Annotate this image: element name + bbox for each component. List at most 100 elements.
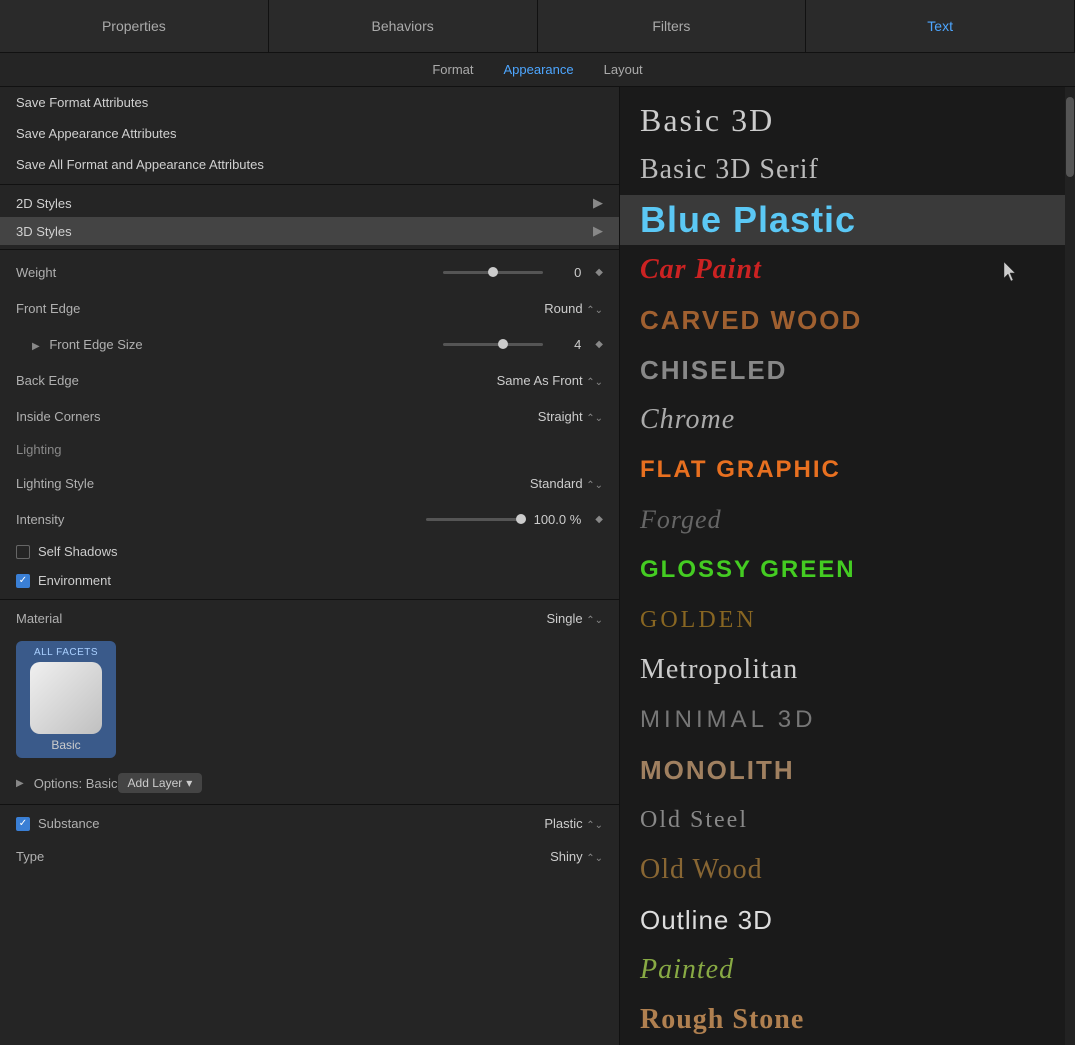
style-item-oldsteel[interactable]: Old Steel xyxy=(620,795,1075,845)
tab-format[interactable]: Format xyxy=(432,62,473,77)
divider-2 xyxy=(0,249,619,250)
style-item-forged[interactable]: Forged xyxy=(620,495,1075,545)
tab-filters[interactable]: Filters xyxy=(538,0,807,52)
tab-text[interactable]: Text xyxy=(806,0,1075,52)
prop-intensity: Intensity 100.0 % ◆ xyxy=(0,501,619,537)
tab-layout[interactable]: Layout xyxy=(604,62,643,77)
style-item-label: CARVED WOOD xyxy=(640,305,862,336)
row-2d-styles[interactable]: 2D Styles ▶ xyxy=(0,189,619,217)
style-item-monolith[interactable]: MONOLITH xyxy=(620,745,1075,795)
style-item-blueplastic[interactable]: Blue Plastic xyxy=(620,195,1075,245)
style-item-metropolitan[interactable]: Metropolitan xyxy=(620,645,1075,695)
style-item-label: Basic 3D xyxy=(640,102,774,139)
style-item-minimal3d[interactable]: MINIMAL 3D xyxy=(620,695,1075,745)
prop-weight: Weight 0 ◆ xyxy=(0,254,619,290)
style-item-flatgraphic[interactable]: FLAT GRAPHIC xyxy=(620,445,1075,495)
left-panel: Save Format Attributes Save Appearance A… xyxy=(0,87,620,1045)
style-item-painted[interactable]: Painted xyxy=(620,945,1075,995)
front-edge-size-diamond: ◆ xyxy=(595,339,603,350)
style-item-roughstone[interactable]: Rough Stone xyxy=(620,995,1075,1045)
tab-properties[interactable]: Properties xyxy=(0,0,269,52)
scrollbar-track xyxy=(1065,87,1075,1045)
self-shadows-label: Self Shadows xyxy=(38,544,118,559)
options-row: ▶ Options: Basic Add Layer ▾ xyxy=(0,766,619,800)
style-item-label: CHISELED xyxy=(640,355,787,386)
styles-list: Basic 3D Basic 3D Serif Blue Plastic Car Pa… xyxy=(620,87,1075,1045)
style-item-carvedwood[interactable]: CARVED WOOD xyxy=(620,295,1075,345)
style-item-chiseled[interactable]: CHISELED xyxy=(620,345,1075,395)
style-item-basic3dserif[interactable]: Basic 3D Serif xyxy=(620,145,1075,195)
style-item-glossygreen[interactable]: GLOSSY GREEN xyxy=(620,545,1075,595)
back-edge-value[interactable]: Same As Front ⌃⌄ xyxy=(156,373,603,388)
weight-label: Weight xyxy=(16,265,156,280)
style-item-label: Chrome xyxy=(640,404,735,436)
front-edge-size-label: ▶ Front Edge Size xyxy=(16,337,156,352)
weight-slider-thumb xyxy=(488,267,498,277)
style-item-golden[interactable]: GOLDEN xyxy=(620,595,1075,645)
lighting-style-value[interactable]: Standard ⌃⌄ xyxy=(156,476,603,491)
substance-value[interactable]: Plastic ⌃⌄ xyxy=(146,816,603,831)
environment-label: Environment xyxy=(38,573,111,588)
style-item-label: Old Wood xyxy=(640,854,763,886)
lighting-style-label: Lighting Style xyxy=(16,476,156,491)
style-item-label: MONOLITH xyxy=(640,755,795,786)
material-label: Material xyxy=(16,611,156,626)
style-item-label: GOLDEN xyxy=(640,607,757,634)
options-expand-icon[interactable]: ▶ xyxy=(16,778,24,789)
substance-checkbox[interactable] xyxy=(16,817,30,831)
prop-type: Type Shiny ⌃⌄ xyxy=(0,838,619,874)
style-item-outline3d[interactable]: Outline 3D xyxy=(620,895,1075,945)
2d-styles-label: 2D Styles xyxy=(16,196,72,211)
style-item-label: Forged xyxy=(640,505,722,535)
style-item-label: MINIMAL 3D xyxy=(640,706,816,734)
style-item-carpaint[interactable]: Car Paint xyxy=(620,245,1075,295)
intensity-label: Intensity xyxy=(16,512,156,527)
weight-value: 0 xyxy=(551,265,581,280)
inside-corners-label: Inside Corners xyxy=(16,409,156,424)
tab-behaviors[interactable]: Behaviors xyxy=(269,0,538,52)
style-item-label: GLOSSY GREEN xyxy=(640,556,856,584)
inside-corners-value[interactable]: Straight ⌃⌄ xyxy=(156,409,603,424)
front-edge-size-track[interactable] xyxy=(443,343,543,346)
type-value[interactable]: Shiny ⌃⌄ xyxy=(156,849,603,864)
right-panel: Basic 3D Basic 3D Serif Blue Plastic Car Pa… xyxy=(620,87,1075,1045)
tab-appearance[interactable]: Appearance xyxy=(504,62,574,77)
weight-diamond: ◆ xyxy=(595,267,603,278)
menu-save-all[interactable]: Save All Format and Appearance Attribute… xyxy=(0,149,619,180)
intensity-value: 100.0 % xyxy=(534,512,582,527)
style-item-label: Blue Plastic xyxy=(640,199,856,241)
sub-tab-bar: Format Appearance Layout xyxy=(0,53,1075,87)
style-item-label: Old Steel xyxy=(640,807,748,834)
add-layer-button[interactable]: Add Layer ▾ xyxy=(118,773,203,793)
expand-icon[interactable]: ▶ xyxy=(32,341,40,352)
style-item-label: Rough Stone xyxy=(640,1004,804,1036)
front-edge-value[interactable]: Round ⌃⌄ xyxy=(156,301,603,316)
intensity-diamond: ◆ xyxy=(595,514,603,525)
style-item-chrome[interactable]: Chrome xyxy=(620,395,1075,445)
2d-styles-arrow: ▶ xyxy=(593,195,603,211)
style-item-basic3d[interactable]: Basic 3D xyxy=(620,95,1075,145)
row-3d-styles[interactable]: 3D Styles ▶ xyxy=(0,217,619,245)
self-shadows-checkbox[interactable] xyxy=(16,545,30,559)
substance-label: Substance xyxy=(38,816,138,831)
type-label: Type xyxy=(16,849,156,864)
environment-checkbox[interactable] xyxy=(16,574,30,588)
intensity-slider-area: 100.0 % ◆ xyxy=(156,512,603,527)
menu-save-format[interactable]: Save Format Attributes xyxy=(0,87,619,118)
intensity-track[interactable] xyxy=(426,518,526,521)
style-item-label: Painted xyxy=(640,954,734,986)
row-substance: Substance Plastic ⌃⌄ xyxy=(0,809,619,838)
prop-back-edge: Back Edge Same As Front ⌃⌄ xyxy=(0,362,619,398)
options-value: Add Layer ▾ xyxy=(118,773,603,793)
3d-styles-arrow: ▶ xyxy=(593,223,603,239)
menu-save-appearance[interactable]: Save Appearance Attributes xyxy=(0,118,619,149)
style-item-label: Basic 3D Serif xyxy=(640,154,819,186)
material-value[interactable]: Single ⌃⌄ xyxy=(156,611,603,626)
style-item-oldwood[interactable]: Old Wood xyxy=(620,845,1075,895)
facet-box[interactable]: ALL FACETS Basic xyxy=(16,641,116,758)
style-item-label: Car Paint xyxy=(640,254,762,286)
divider-4 xyxy=(0,804,619,805)
lighting-section-header: Lighting xyxy=(0,434,619,465)
scrollbar-thumb[interactable] xyxy=(1066,97,1074,177)
weight-slider-track[interactable] xyxy=(443,271,543,274)
